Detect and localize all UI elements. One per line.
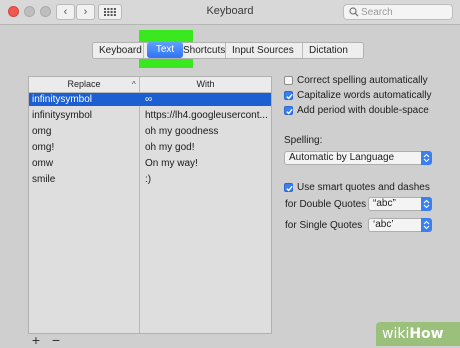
search-field[interactable] bbox=[343, 4, 453, 20]
tab-input-sources[interactable]: Input Sources bbox=[226, 43, 303, 58]
table-header: Replace ^ With bbox=[29, 77, 271, 93]
watermark-how: How bbox=[409, 326, 444, 342]
single-quotes-value: ‘abc’ bbox=[373, 219, 394, 230]
with-cell: :) bbox=[145, 174, 152, 185]
table-row[interactable]: omg oh my goodness bbox=[29, 125, 271, 138]
with-cell: ∞ bbox=[145, 94, 153, 105]
spelling-label: Spelling: bbox=[284, 135, 323, 146]
capitalize-words-checkbox[interactable] bbox=[284, 91, 293, 100]
column-header-replace[interactable]: Replace bbox=[29, 77, 140, 92]
add-period-checkbox[interactable] bbox=[284, 106, 293, 115]
replace-cell: omg bbox=[32, 126, 52, 137]
updown-arrows-icon bbox=[421, 197, 432, 211]
correct-spelling-checkbox[interactable] bbox=[284, 76, 293, 85]
checkmark-icon bbox=[286, 185, 293, 192]
updown-arrows-icon bbox=[421, 151, 432, 165]
double-quotes-value: “abc” bbox=[373, 198, 396, 209]
correct-spelling-label[interactable]: Correct spelling automatically bbox=[297, 75, 428, 86]
add-period-label[interactable]: Add period with double-space bbox=[297, 105, 429, 116]
replace-cell: smile bbox=[32, 174, 56, 185]
add-button[interactable]: + bbox=[30, 333, 42, 347]
table-row[interactable]: omg! oh my god! bbox=[29, 141, 271, 154]
wikihow-watermark: wikiHow bbox=[376, 322, 460, 346]
with-cell: https://lh4.googleusercont... bbox=[145, 110, 268, 121]
tab-keyboard[interactable]: Keyboard bbox=[93, 43, 144, 58]
checkmark-icon bbox=[286, 93, 293, 100]
spelling-select-value: Automatic by Language bbox=[289, 152, 395, 163]
replace-cell: infinitysymbol bbox=[32, 94, 93, 105]
text-replacement-table[interactable]: Replace ^ With infinitysymbol ∞ infinity… bbox=[28, 76, 272, 334]
single-quotes-select[interactable]: ‘abc’ bbox=[368, 218, 432, 232]
checkmark-icon bbox=[286, 108, 293, 115]
table-row[interactable]: omw On my way! bbox=[29, 157, 271, 170]
add-remove-controls: + − bbox=[30, 333, 62, 347]
updown-arrows-icon bbox=[421, 218, 432, 232]
table-row[interactable]: infinitysymbol https://lh4.googleusercon… bbox=[29, 109, 271, 122]
replace-cell: omw bbox=[32, 158, 54, 169]
sort-ascending-icon: ^ bbox=[132, 80, 136, 89]
smart-quotes-label[interactable]: Use smart quotes and dashes bbox=[297, 182, 430, 193]
replace-cell: infinitysymbol bbox=[32, 110, 93, 121]
tab-text[interactable]: Text bbox=[147, 42, 183, 58]
with-cell: On my way! bbox=[145, 158, 198, 169]
spelling-select[interactable]: Automatic by Language bbox=[284, 151, 432, 165]
table-row[interactable]: smile :) bbox=[29, 173, 271, 186]
double-quotes-select[interactable]: “abc” bbox=[368, 197, 432, 211]
with-cell: oh my goodness bbox=[145, 126, 219, 137]
column-header-with[interactable]: With bbox=[140, 77, 271, 92]
search-icon bbox=[349, 7, 359, 17]
capitalize-words-label[interactable]: Capitalize words automatically bbox=[297, 90, 432, 101]
remove-button[interactable]: − bbox=[50, 333, 62, 347]
title-bar: ‹ › Keyboard bbox=[0, 0, 460, 25]
smart-quotes-checkbox[interactable] bbox=[284, 183, 293, 192]
tab-shortcuts[interactable]: Shortcuts bbox=[179, 43, 226, 58]
tab-bar: Keyboard Shortcuts Input Sources Dictati… bbox=[92, 42, 364, 59]
with-cell: oh my god! bbox=[145, 142, 195, 153]
double-quotes-label: for Double Quotes bbox=[285, 199, 367, 210]
search-input[interactable] bbox=[361, 5, 449, 19]
watermark-text: wikiHow bbox=[382, 326, 444, 342]
replace-cell: omg! bbox=[32, 142, 55, 153]
single-quotes-label: for Single Quotes bbox=[285, 220, 363, 231]
tab-dictation[interactable]: Dictation bbox=[303, 43, 363, 58]
watermark-wiki: wiki bbox=[382, 326, 410, 342]
table-row[interactable]: infinitysymbol ∞ bbox=[29, 93, 271, 106]
